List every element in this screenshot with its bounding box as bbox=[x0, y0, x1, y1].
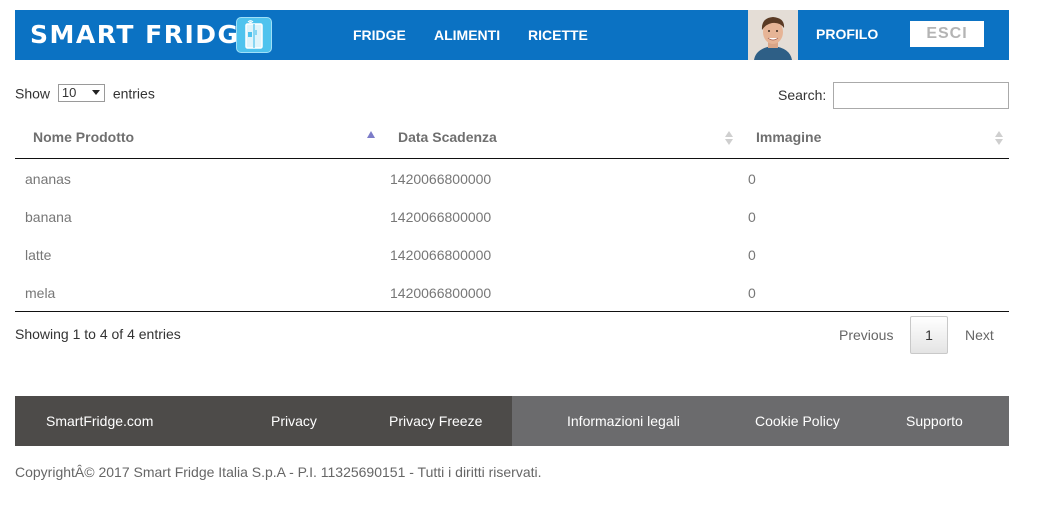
footer-link-cookie-policy[interactable]: Cookie Policy bbox=[755, 413, 840, 429]
search-label: Search: bbox=[778, 87, 827, 103]
brand-logo-text[interactable]: SMART FRIDGE bbox=[30, 21, 258, 49]
cell-nome-prodotto: ananas bbox=[25, 171, 71, 187]
column-header-nome-prodotto[interactable]: Nome Prodotto bbox=[33, 129, 134, 145]
cell-nome-prodotto: banana bbox=[25, 209, 72, 225]
search-input[interactable] bbox=[833, 82, 1009, 109]
pagination-page-current[interactable]: 1 bbox=[910, 316, 948, 354]
cell-immagine: 0 bbox=[748, 171, 756, 187]
chevron-down-icon bbox=[91, 90, 100, 96]
footer-link-privacy[interactable]: Privacy bbox=[271, 413, 317, 429]
page-length-select[interactable]: 10 bbox=[57, 84, 105, 103]
cell-nome-prodotto: mela bbox=[25, 285, 56, 301]
footer-link-informazioni-legali[interactable]: Informazioni legali bbox=[567, 413, 680, 429]
cell-data-scadenza: 1420066800000 bbox=[390, 209, 492, 225]
entries-label: entries bbox=[112, 85, 155, 102]
sort-icon[interactable] bbox=[725, 131, 733, 145]
nav-link-profilo[interactable]: PROFILO bbox=[816, 26, 878, 42]
top-navbar: SMART FRIDGE FRIDGE ALIMENTI RICETTE PRO… bbox=[15, 10, 1009, 60]
footer-link-smartfridge[interactable]: SmartFridge.com bbox=[46, 413, 153, 429]
cell-nome-prodotto: latte bbox=[25, 247, 52, 263]
sort-icon[interactable] bbox=[995, 131, 1003, 145]
cell-data-scadenza: 1420066800000 bbox=[390, 171, 492, 187]
nav-link-ricette[interactable]: RICETTE bbox=[528, 27, 588, 43]
nav-link-alimenti[interactable]: ALIMENTI bbox=[434, 27, 500, 43]
cell-immagine: 0 bbox=[748, 285, 756, 301]
copyright-text: CopyrightÂ© 2017 Smart Fridge Italia S.p… bbox=[15, 464, 542, 480]
column-header-immagine[interactable]: Immagine bbox=[756, 129, 821, 145]
table-header-divider bbox=[15, 158, 1009, 159]
pagination-next[interactable]: Next bbox=[965, 327, 994, 343]
page-length-value: 10 bbox=[61, 85, 77, 101]
sort-ascending-icon[interactable] bbox=[367, 131, 375, 138]
table-bottom-divider bbox=[15, 311, 1009, 312]
logout-button[interactable]: ESCI bbox=[910, 21, 984, 47]
cell-data-scadenza: 1420066800000 bbox=[390, 247, 492, 263]
nav-link-fridge[interactable]: FRIDGE bbox=[353, 27, 406, 43]
column-header-data-scadenza[interactable]: Data Scadenza bbox=[398, 129, 497, 145]
footer-link-privacy-freeze[interactable]: Privacy Freeze bbox=[389, 413, 482, 429]
cell-immagine: 0 bbox=[748, 209, 756, 225]
pagination-previous[interactable]: Previous bbox=[839, 327, 893, 343]
table-info: Showing 1 to 4 of 4 entries bbox=[15, 326, 181, 342]
show-label: Show bbox=[15, 85, 51, 102]
cell-data-scadenza: 1420066800000 bbox=[390, 285, 492, 301]
footer-link-supporto[interactable]: Supporto bbox=[906, 413, 963, 429]
avatar[interactable] bbox=[748, 10, 798, 60]
cell-immagine: 0 bbox=[748, 247, 756, 263]
footer-bar: SmartFridge.com Privacy Privacy Freeze I… bbox=[15, 396, 1009, 446]
entries-length-control: Show 10 entries bbox=[15, 83, 155, 103]
fridge-icon bbox=[236, 17, 272, 53]
